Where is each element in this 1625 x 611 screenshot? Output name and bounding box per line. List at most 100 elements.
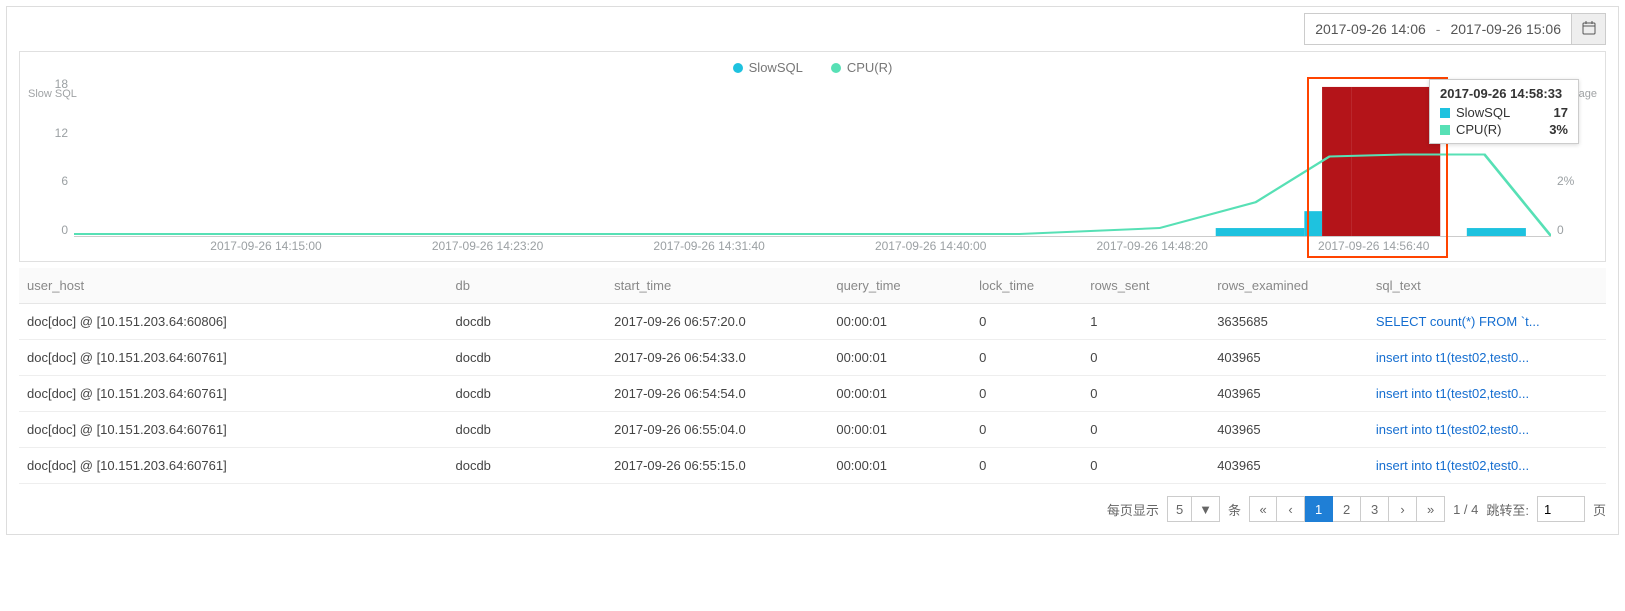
legend-label: CPU(R) <box>847 60 893 75</box>
cell-start_time: 2017-09-26 06:55:15.0 <box>606 448 828 484</box>
y-tick: 18 <box>30 77 68 91</box>
tooltip-value: 3% <box>1549 122 1568 137</box>
tooltip-label: SlowSQL <box>1456 105 1510 120</box>
cell-query_time: 00:00:01 <box>828 340 971 376</box>
cell-sql_text: SELECT count(*) FROM `t... <box>1368 304 1606 340</box>
table-row: doc[doc] @ [10.151.203.64:60761]docdb201… <box>19 340 1606 376</box>
x-tick: 2017-09-26 14:23:20 <box>432 239 543 253</box>
col-sql_text: sql_text <box>1368 268 1606 304</box>
tooltip-row: SlowSQL 17 <box>1440 105 1568 120</box>
cell-db: docdb <box>447 412 606 448</box>
cell-lock_time: 0 <box>971 412 1082 448</box>
cell-rows_examined: 403965 <box>1209 376 1368 412</box>
table-row: doc[doc] @ [10.151.203.64:60761]docdb201… <box>19 376 1606 412</box>
per-page-value: 5 <box>1168 502 1191 517</box>
legend-item-slowsql[interactable]: SlowSQL <box>733 60 803 75</box>
cell-lock_time: 0 <box>971 376 1082 412</box>
y-tick: 6 <box>30 174 68 188</box>
x-tick: 2017-09-26 14:48:20 <box>1096 239 1207 253</box>
date-range-picker[interactable]: 2017-09-26 14:06 - 2017-09-26 15:06 <box>1304 13 1572 45</box>
page-next-button[interactable]: › <box>1389 496 1417 522</box>
jump-label: 跳转至: <box>1486 500 1529 519</box>
calendar-button[interactable] <box>1572 13 1606 45</box>
legend-item-cpur[interactable]: CPU(R) <box>831 60 893 75</box>
y-axis-left: 18 12 6 0 <box>30 77 74 237</box>
calendar-icon <box>1582 21 1596 38</box>
pager: 每页显示 5 ▼ 条 « ‹ 1 2 3 › » 1 / 4 跳转至: 页 <box>19 496 1606 522</box>
jump-input[interactable] <box>1537 496 1585 522</box>
col-rows_examined: rows_examined <box>1209 268 1368 304</box>
sql-text-link[interactable]: insert into t1(test02,test0... <box>1376 458 1529 473</box>
cell-user_host: doc[doc] @ [10.151.203.64:60761] <box>19 412 447 448</box>
cell-rows_sent: 0 <box>1082 412 1209 448</box>
tooltip-label: CPU(R) <box>1456 122 1502 137</box>
chart-card: SlowSQL CPU(R) Slow SQL usage 18 12 6 0 … <box>19 51 1606 262</box>
chevron-down-icon: ▼ <box>1191 497 1219 521</box>
cell-start_time: 2017-09-26 06:54:33.0 <box>606 340 828 376</box>
page-first-button[interactable]: « <box>1249 496 1277 522</box>
table-row: doc[doc] @ [10.151.203.64:60761]docdb201… <box>19 412 1606 448</box>
cell-rows_sent: 1 <box>1082 304 1209 340</box>
cell-sql_text: insert into t1(test02,test0... <box>1368 340 1606 376</box>
cell-rows_examined: 403965 <box>1209 340 1368 376</box>
cell-db: docdb <box>447 340 606 376</box>
chart-body[interactable]: 18 12 6 0 6% 4% 2% 0 <box>74 77 1551 255</box>
x-tick: 2017-09-26 14:31:40 <box>653 239 764 253</box>
table-row: doc[doc] @ [10.151.203.64:60806]docdb201… <box>19 304 1606 340</box>
sql-text-link[interactable]: insert into t1(test02,test0... <box>1376 422 1529 437</box>
cell-lock_time: 0 <box>971 448 1082 484</box>
per-page-select[interactable]: 5 ▼ <box>1167 496 1220 522</box>
y-tick: 0 <box>30 223 68 237</box>
cell-query_time: 00:00:01 <box>828 376 971 412</box>
chart-legend: SlowSQL CPU(R) <box>30 60 1595 75</box>
jump-unit: 页 <box>1593 500 1606 519</box>
cell-sql_text: insert into t1(test02,test0... <box>1368 448 1606 484</box>
cell-start_time: 2017-09-26 06:55:04.0 <box>606 412 828 448</box>
col-user_host: user_host <box>19 268 447 304</box>
cell-rows_examined: 3635685 <box>1209 304 1368 340</box>
chart-tooltip: 2017-09-26 14:58:33 SlowSQL 17 CPU(R) <box>1429 79 1579 144</box>
page-total-label: 1 / 4 <box>1453 502 1478 517</box>
tooltip-swatch <box>1440 125 1450 135</box>
cell-lock_time: 0 <box>971 340 1082 376</box>
cell-start_time: 2017-09-26 06:57:20.0 <box>606 304 828 340</box>
panel: 2017-09-26 14:06 - 2017-09-26 15:06 Slow… <box>6 6 1619 535</box>
table-header-row: user_host db start_time query_time lock_… <box>19 268 1606 304</box>
x-tick: 2017-09-26 14:15:00 <box>210 239 321 253</box>
tooltip-swatch <box>1440 108 1450 118</box>
cell-rows_examined: 403965 <box>1209 412 1368 448</box>
chart-plot[interactable]: 2017-09-26 14:58:33 SlowSQL 17 CPU(R) <box>74 77 1551 237</box>
x-tick: 2017-09-26 14:40:00 <box>875 239 986 253</box>
cell-start_time: 2017-09-26 06:54:54.0 <box>606 376 828 412</box>
cell-user_host: doc[doc] @ [10.151.203.64:60761] <box>19 376 447 412</box>
y-tick: 0 <box>1557 223 1595 237</box>
tooltip-value: 17 <box>1554 105 1568 120</box>
sql-text-link[interactable]: insert into t1(test02,test0... <box>1376 350 1529 365</box>
cell-sql_text: insert into t1(test02,test0... <box>1368 412 1606 448</box>
per-page-unit: 条 <box>1228 500 1241 519</box>
page-buttons: « ‹ 1 2 3 › » <box>1249 496 1445 522</box>
col-rows_sent: rows_sent <box>1082 268 1209 304</box>
table-row: doc[doc] @ [10.151.203.64:60761]docdb201… <box>19 448 1606 484</box>
cell-db: docdb <box>447 304 606 340</box>
cell-query_time: 00:00:01 <box>828 448 971 484</box>
legend-swatch-slowsql <box>733 63 743 73</box>
cell-user_host: doc[doc] @ [10.151.203.64:60761] <box>19 448 447 484</box>
page-number-button[interactable]: 1 <box>1305 496 1333 522</box>
page-number-button[interactable]: 3 <box>1361 496 1389 522</box>
col-query_time: query_time <box>828 268 971 304</box>
legend-label: SlowSQL <box>749 60 803 75</box>
chart-svg <box>74 77 1551 236</box>
sql-text-link[interactable]: insert into t1(test02,test0... <box>1376 386 1529 401</box>
page-number-button[interactable]: 2 <box>1333 496 1361 522</box>
sql-text-link[interactable]: SELECT count(*) FROM `t... <box>1376 314 1540 329</box>
x-axis: 2017-09-26 14:15:00 2017-09-26 14:23:20 … <box>74 239 1551 255</box>
page-last-button[interactable]: » <box>1417 496 1445 522</box>
cell-rows_sent: 0 <box>1082 448 1209 484</box>
legend-swatch-cpur <box>831 63 841 73</box>
y-tick: 12 <box>30 126 68 140</box>
page-prev-button[interactable]: ‹ <box>1277 496 1305 522</box>
cell-db: docdb <box>447 448 606 484</box>
y-tick: 2% <box>1557 174 1595 188</box>
range-start: 2017-09-26 14:06 <box>1315 21 1426 37</box>
